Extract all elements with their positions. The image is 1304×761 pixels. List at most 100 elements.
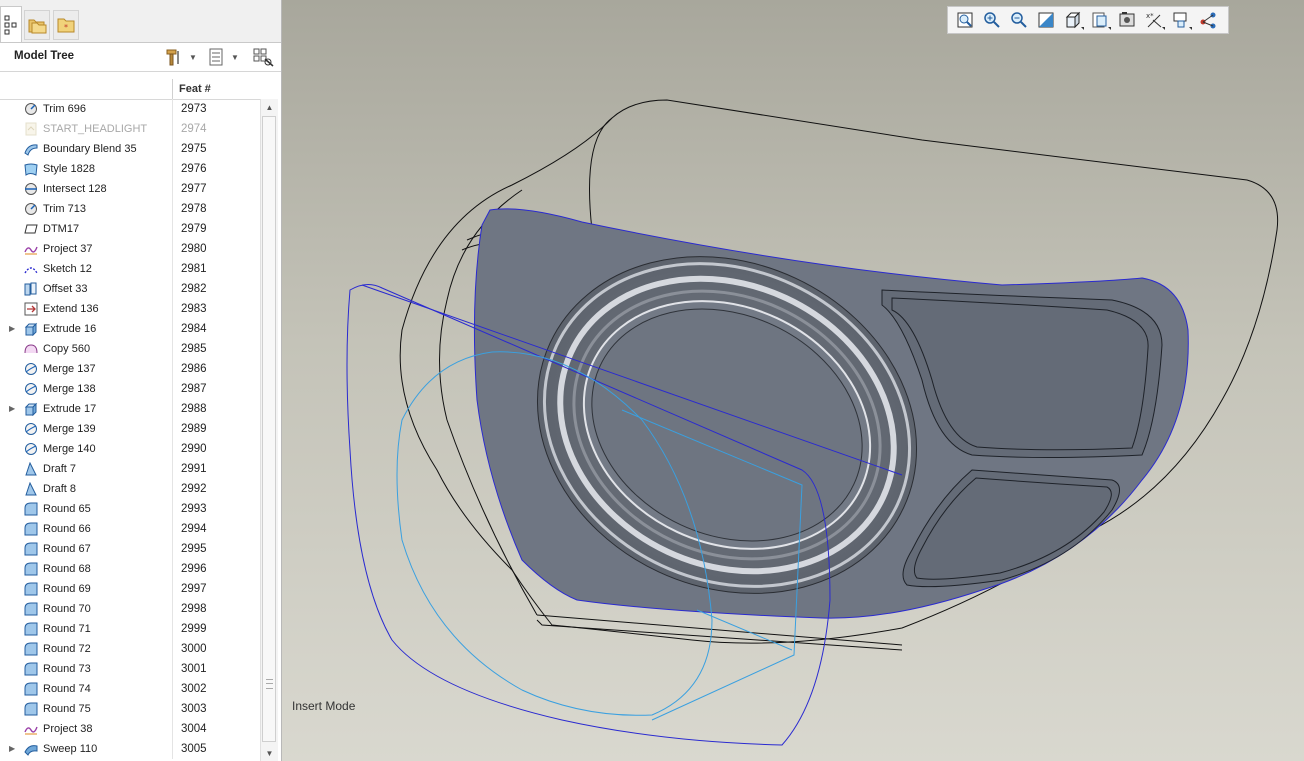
refit-button[interactable] — [953, 9, 977, 31]
tree-item[interactable]: Draft 8 2992 — [0, 479, 260, 499]
column-divider — [172, 99, 173, 119]
expand-arrow-icon[interactable]: ▶ — [9, 739, 17, 759]
tree-item-label: Extrude 17 — [43, 403, 97, 415]
tree-item[interactable]: ▶ Extrude 16 2984 — [0, 319, 260, 339]
column-divider — [172, 379, 173, 399]
tree-item-label: Merge 137 — [43, 363, 96, 375]
graphics-viewport[interactable]: x* Insert Mode — [282, 0, 1304, 761]
tree-item[interactable]: Merge 139 2989 — [0, 419, 260, 439]
tree-item[interactable]: Round 66 2994 — [0, 519, 260, 539]
tree-item[interactable]: START_HEADLIGHT 2974 — [0, 119, 260, 139]
tree-item[interactable]: Extend 136 2983 — [0, 299, 260, 319]
tree-item[interactable]: Merge 137 2986 — [0, 359, 260, 379]
saved-orientations-button[interactable] — [1088, 9, 1112, 31]
tree-item[interactable]: Intersect 128 2977 — [0, 179, 260, 199]
tree-filter-icon — [253, 48, 274, 67]
tree-item-feat-number: 2996 — [181, 563, 207, 575]
tools-icon — [166, 49, 179, 66]
tree-item[interactable]: Round 73 3001 — [0, 659, 260, 679]
tree-item[interactable]: ▶ Extrude 17 2988 — [0, 399, 260, 419]
tree-item-label: Round 65 — [43, 503, 91, 515]
tree-item[interactable]: Round 67 2995 — [0, 539, 260, 559]
tree-item[interactable]: Merge 138 2987 — [0, 379, 260, 399]
tree-item-feat-number: 2980 — [181, 243, 207, 255]
tree-item-label: Boundary Blend 35 — [43, 143, 137, 155]
tree-item-label: Round 71 — [43, 623, 91, 635]
tree-scrollbar[interactable]: ▲ ▼ — [260, 99, 278, 761]
tree-item[interactable]: ▶ Sweep 110 3005 — [0, 739, 260, 759]
column-divider — [172, 579, 173, 599]
column-divider — [172, 459, 173, 479]
tree-item[interactable]: Trim 696 2973 — [0, 99, 260, 119]
tree-item[interactable]: Trim 713 2978 — [0, 199, 260, 219]
tree-item[interactable]: Round 74 3002 — [0, 679, 260, 699]
tree-item[interactable]: Draft 7 2991 — [0, 459, 260, 479]
column-divider — [172, 439, 173, 459]
tree-item[interactable]: Round 65 2993 — [0, 499, 260, 519]
merge-icon — [25, 383, 37, 395]
round-icon — [24, 682, 38, 696]
tree-item-feat-number: 2985 — [181, 343, 207, 355]
tree-filter-button[interactable] — [253, 47, 275, 67]
scroll-up-arrow-icon[interactable]: ▲ — [261, 99, 278, 115]
annotation-display-button[interactable] — [1169, 9, 1193, 31]
tree-item[interactable]: Style 1828 2976 — [0, 159, 260, 179]
tab-folder-browser[interactable] — [24, 10, 50, 40]
tab-model-tree[interactable] — [0, 6, 22, 42]
tree-item-label: Project 37 — [43, 243, 93, 255]
dropdown-indicator-icon — [1108, 27, 1111, 30]
zoom-in-button[interactable] — [980, 9, 1004, 31]
tree-item[interactable]: Copy 560 2985 — [0, 339, 260, 359]
extend-icon — [24, 302, 38, 316]
merge-icon — [25, 363, 37, 375]
repaint-button[interactable] — [1034, 9, 1058, 31]
tree-show-button[interactable]: ▼ — [208, 47, 239, 67]
tree-settings-button[interactable]: ▼ — [164, 47, 197, 67]
datum-display-button[interactable]: x* — [1142, 9, 1166, 31]
zoom-out-button[interactable] — [1007, 9, 1031, 31]
round-icon — [24, 642, 38, 656]
tree-item[interactable]: DTM17 2979 — [0, 219, 260, 239]
display-style-button[interactable] — [1061, 9, 1085, 31]
column-divider — [172, 679, 173, 699]
tree-item[interactable]: Round 70 2998 — [0, 599, 260, 619]
tree-item[interactable]: Merge 140 2990 — [0, 439, 260, 459]
tree-item[interactable]: Project 37 2980 — [0, 239, 260, 259]
tree-item-feat-number: 2976 — [181, 163, 207, 175]
tree-item-label: Round 74 — [43, 683, 91, 695]
tree-item-label: Offset 33 — [43, 283, 88, 295]
tree-item-feat-number: 2990 — [181, 443, 207, 455]
tree-item[interactable]: Round 72 3000 — [0, 639, 260, 659]
tree-item-feat-number: 2991 — [181, 463, 207, 475]
tree-item-feat-number: 2989 — [181, 423, 207, 435]
tree-item[interactable]: Round 71 2999 — [0, 619, 260, 639]
model-tree-panel: * Model Tree ▼ ▼ Feat # Trim 696 2973 ST… — [0, 0, 282, 761]
view-manager-button[interactable] — [1115, 9, 1139, 31]
dropdown-indicator-icon — [1189, 27, 1192, 30]
column-divider — [172, 519, 173, 539]
round-icon — [24, 542, 38, 556]
expand-arrow-icon[interactable]: ▶ — [9, 399, 17, 419]
tree-item[interactable]: Round 68 2996 — [0, 559, 260, 579]
tree-item[interactable]: Round 69 2997 — [0, 579, 260, 599]
tree-item[interactable]: Boundary Blend 35 2975 — [0, 139, 260, 159]
tree-item[interactable]: Sketch 12 2981 — [0, 259, 260, 279]
column-divider — [172, 399, 173, 419]
tree-item-feat-number: 3000 — [181, 643, 207, 655]
scroll-down-arrow-icon[interactable]: ▼ — [261, 745, 278, 761]
tree-item[interactable]: Project 38 3004 — [0, 719, 260, 739]
tree-item[interactable]: Offset 33 2982 — [0, 279, 260, 299]
tab-favorites[interactable]: * — [53, 10, 79, 40]
spin-center-button[interactable] — [1196, 9, 1220, 31]
tree-item[interactable]: Round 75 3003 — [0, 699, 260, 719]
column-divider — [172, 339, 173, 359]
tree-item-feat-number: 2993 — [181, 503, 207, 515]
project-icon — [24, 726, 38, 735]
column-divider — [172, 559, 173, 579]
column-divider — [172, 619, 173, 639]
feat-number-column-header[interactable]: Feat # — [179, 83, 211, 95]
column-divider[interactable] — [172, 79, 173, 99]
tree-item-feat-number: 2997 — [181, 583, 207, 595]
expand-arrow-icon[interactable]: ▶ — [9, 319, 17, 339]
scrollbar-thumb[interactable] — [262, 116, 276, 742]
